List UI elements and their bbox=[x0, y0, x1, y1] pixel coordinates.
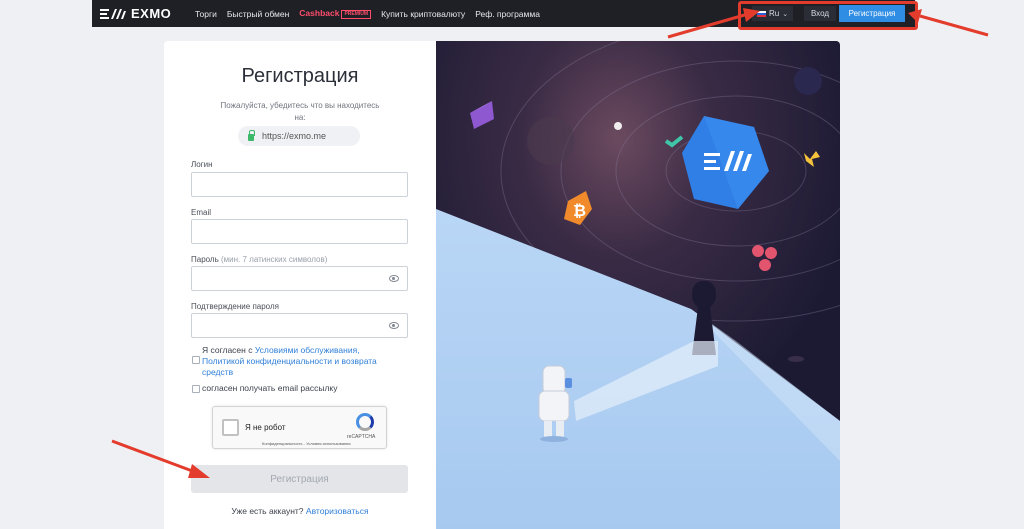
nav-cashback-label: Cashback bbox=[299, 8, 340, 19]
have-account-text: Уже есть аккаунт? Авторизоваться bbox=[164, 506, 436, 516]
bright-star bbox=[614, 122, 622, 130]
newsletter-label: согласен получать email рассылку bbox=[202, 383, 338, 393]
have-account-prefix: Уже есть аккаунт? bbox=[231, 506, 304, 516]
exmo-logo-icon bbox=[100, 8, 126, 19]
recaptcha-widget: Я не робот reCAPTCHA Конфиденциальность … bbox=[212, 406, 387, 449]
login-label: Логин bbox=[191, 160, 213, 169]
registration-form-card: Регистрация Пожалуйста, убедитесь что вы… bbox=[164, 41, 436, 529]
authorize-link[interactable]: Авторизоваться bbox=[306, 506, 369, 516]
confirm-password-label: Подтверждение пароля bbox=[191, 302, 279, 311]
premium-badge: PREMIUM bbox=[341, 9, 372, 19]
show-password-eye-icon[interactable] bbox=[389, 275, 399, 282]
password-label: Пароль (мин. 7 латинских символов) bbox=[191, 255, 327, 264]
dark-planet bbox=[794, 67, 822, 95]
recaptcha-brand: reCAPTCHA bbox=[347, 434, 376, 440]
space-illustration: ₿ bbox=[436, 41, 840, 529]
dim-planet bbox=[527, 117, 575, 165]
email-input[interactable] bbox=[191, 219, 408, 244]
password-input[interactable] bbox=[191, 266, 408, 291]
svg-text:₿: ₿ bbox=[573, 201, 586, 220]
nav-cashback[interactable]: Cashback PREMIUM bbox=[299, 8, 372, 19]
confirm-password-input[interactable] bbox=[191, 313, 408, 338]
recaptcha-terms[interactable]: Конфиденциальность - Условия использован… bbox=[262, 441, 351, 446]
recaptcha-checkbox[interactable] bbox=[222, 419, 239, 436]
show-confirm-password-eye-icon[interactable] bbox=[389, 322, 399, 329]
illustration-svg: ₿ bbox=[436, 41, 840, 529]
email-label: Email bbox=[191, 208, 212, 217]
recaptcha-logo-icon bbox=[356, 413, 374, 431]
url-text: https://exmo.me bbox=[262, 131, 327, 141]
url-check-text: Пожалуйста, убедитесь что вы находитесь … bbox=[220, 101, 380, 122]
form-title: Регистрация bbox=[241, 65, 359, 87]
password-hint: (мин. 7 латинских символов) bbox=[221, 255, 328, 264]
terms-prefix: Я согласен с bbox=[202, 345, 253, 355]
lock-icon bbox=[248, 129, 255, 141]
register-submit-button[interactable]: Регистрация bbox=[191, 465, 408, 493]
recaptcha-label: Я не робот bbox=[245, 423, 286, 432]
small-planet bbox=[788, 356, 804, 362]
arrow-right-top bbox=[919, 14, 989, 37]
url-badge: https://exmo.me bbox=[238, 126, 360, 146]
password-label-text: Пароль bbox=[191, 255, 219, 264]
nav-referral[interactable]: Реф. программа bbox=[475, 9, 540, 19]
newsletter-checkbox[interactable] bbox=[192, 385, 200, 393]
logo-text: EXMO bbox=[131, 6, 172, 21]
terms-agreement-text: Я согласен с Условиями обслуживания, Пол… bbox=[202, 345, 402, 378]
exmo-logo[interactable]: EXMO bbox=[100, 6, 171, 21]
main-nav: Торги Быстрый обмен Cashback PREMIUM Купи… bbox=[195, 0, 540, 27]
terms-checkbox[interactable] bbox=[192, 356, 200, 364]
nav-trading[interactable]: Торги bbox=[195, 9, 217, 19]
login-input[interactable] bbox=[191, 172, 408, 197]
nav-quick-exchange[interactable]: Быстрый обмен bbox=[227, 9, 289, 19]
annotation-highlight-box bbox=[738, 1, 918, 30]
nav-buy-crypto[interactable]: Купить криптовалюту bbox=[381, 9, 465, 19]
